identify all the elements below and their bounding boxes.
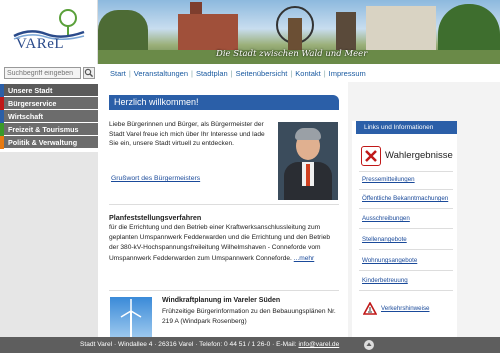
link-divider	[359, 189, 453, 190]
back-to-top-button[interactable]	[364, 340, 374, 350]
menu-separator: |	[230, 69, 233, 78]
nav-item-label: Bürgerservice	[8, 99, 57, 108]
link-bekanntmachungen[interactable]: Öffentliche Bekanntmachungen	[362, 195, 448, 202]
main-navigation: Unsere Stadt Bürgerservice Wirtschaft Fr…	[0, 84, 98, 149]
menu-separator: |	[191, 69, 193, 78]
election-results-label: Wahlergebnisse	[385, 150, 453, 161]
footer-address: Stadt Varel · Windallee 4 · 26316 Varel …	[80, 337, 339, 353]
logo-mark-icon	[13, 9, 85, 40]
nav-item-freizeit-tourismus[interactable]: Freizeit & Tourismus	[0, 123, 98, 136]
wind-turbine-image[interactable]	[110, 297, 152, 337]
menu-stadtplan[interactable]: Stadtplan	[196, 69, 228, 78]
nav-item-label: Unsere Stadt	[8, 86, 53, 95]
link-divider	[359, 171, 453, 172]
footer-email-link[interactable]: info@varel.de	[298, 341, 339, 348]
link-verkehrshinweise[interactable]: Verkehrshinweise	[381, 305, 430, 312]
header-banner: Die Stadt zwischen Wald und Meer	[98, 0, 500, 64]
link-stellenangebote[interactable]: Stellenangebote	[362, 236, 407, 243]
link-ausschreibungen[interactable]: Ausschreibungen	[362, 215, 410, 222]
nav-background	[0, 152, 98, 337]
nav-color-bar	[0, 97, 4, 110]
logo-text: VAReL	[16, 36, 65, 52]
menu-impressum[interactable]: Impressum	[329, 69, 366, 78]
nav-item-buergerservice[interactable]: Bürgerservice	[0, 97, 98, 110]
links-info-heading: Links und Informationen	[356, 121, 457, 134]
menu-separator: |	[128, 69, 131, 78]
menu-veranstaltungen[interactable]: Veranstaltungen	[134, 69, 188, 78]
planning-text: für die Errichtung und den Betrieb einer…	[109, 223, 341, 264]
search-area	[0, 66, 98, 80]
welcome-heading: Herzlich willkommen!	[109, 95, 339, 110]
traffic-warning-icon	[362, 301, 378, 315]
election-results-banner[interactable]: Wahlergebnisse	[361, 146, 455, 166]
banner-slogan: Die Stadt zwischen Wald und Meer	[216, 49, 368, 59]
wind-title[interactable]: Windkraftplanung im Vareler Süden	[162, 297, 280, 304]
link-pressemitteilungen[interactable]: Pressemitteilungen	[362, 176, 415, 183]
mayor-photo	[278, 122, 338, 200]
nav-color-bar	[0, 136, 4, 149]
menu-separator: |	[323, 69, 326, 78]
search-icon	[84, 68, 94, 78]
varel-logo[interactable]: VAReL	[0, 0, 98, 64]
planning-title: Planfeststellungsverfahren	[109, 213, 202, 222]
menu-kontakt[interactable]: Kontakt	[295, 69, 320, 78]
section-divider	[109, 204, 339, 205]
link-divider	[359, 249, 453, 250]
wind-text: Frühzeitige Bürgerinformation zu den Beb…	[162, 308, 336, 325]
nav-item-wirtschaft[interactable]: Wirtschaft	[0, 110, 98, 123]
link-wohnungsangebote[interactable]: Wohnungsangebote	[362, 257, 417, 264]
nav-item-unsere-stadt[interactable]: Unsere Stadt	[0, 84, 98, 97]
arrow-up-icon	[366, 342, 372, 346]
wind-turbine-icon	[120, 299, 142, 337]
menu-start[interactable]: Start	[110, 69, 126, 78]
link-kinderbetreuung[interactable]: Kinderbetreuung	[362, 277, 408, 284]
planning-more-link[interactable]: ...mehr	[294, 255, 315, 262]
search-input[interactable]	[4, 67, 81, 79]
search-button[interactable]	[83, 67, 95, 79]
nav-color-bar	[0, 110, 4, 123]
ballot-x-icon	[361, 146, 381, 166]
nav-color-bar	[0, 84, 4, 97]
link-divider	[359, 208, 453, 209]
welcome-intro: Liebe Bürgerinnen und Bürger, als Bürger…	[109, 121, 265, 147]
greeting-link[interactable]: Grußwort des Bürgermeisters	[111, 175, 200, 182]
nav-item-politik-verwaltung[interactable]: Politik & Verwaltung	[0, 136, 98, 149]
nav-item-label: Politik & Verwaltung	[8, 138, 78, 147]
nav-color-bar	[0, 123, 4, 136]
nav-item-label: Freizeit & Tourismus	[8, 125, 79, 134]
link-divider	[359, 270, 453, 271]
top-menu: Start | Veranstaltungen | Stadtplan | Seitenüb…	[110, 69, 366, 79]
link-divider	[359, 290, 453, 291]
footer-contact-text: Stadt Varel · Windallee 4 · 26316 Varel …	[80, 341, 299, 348]
menu-seitenuebersicht[interactable]: Seitenübersicht	[236, 69, 288, 78]
nav-item-label: Wirtschaft	[8, 112, 44, 121]
link-divider	[359, 228, 453, 229]
section-divider	[109, 290, 339, 291]
page-footer: Stadt Varel · Windallee 4 · 26316 Varel …	[0, 337, 500, 353]
